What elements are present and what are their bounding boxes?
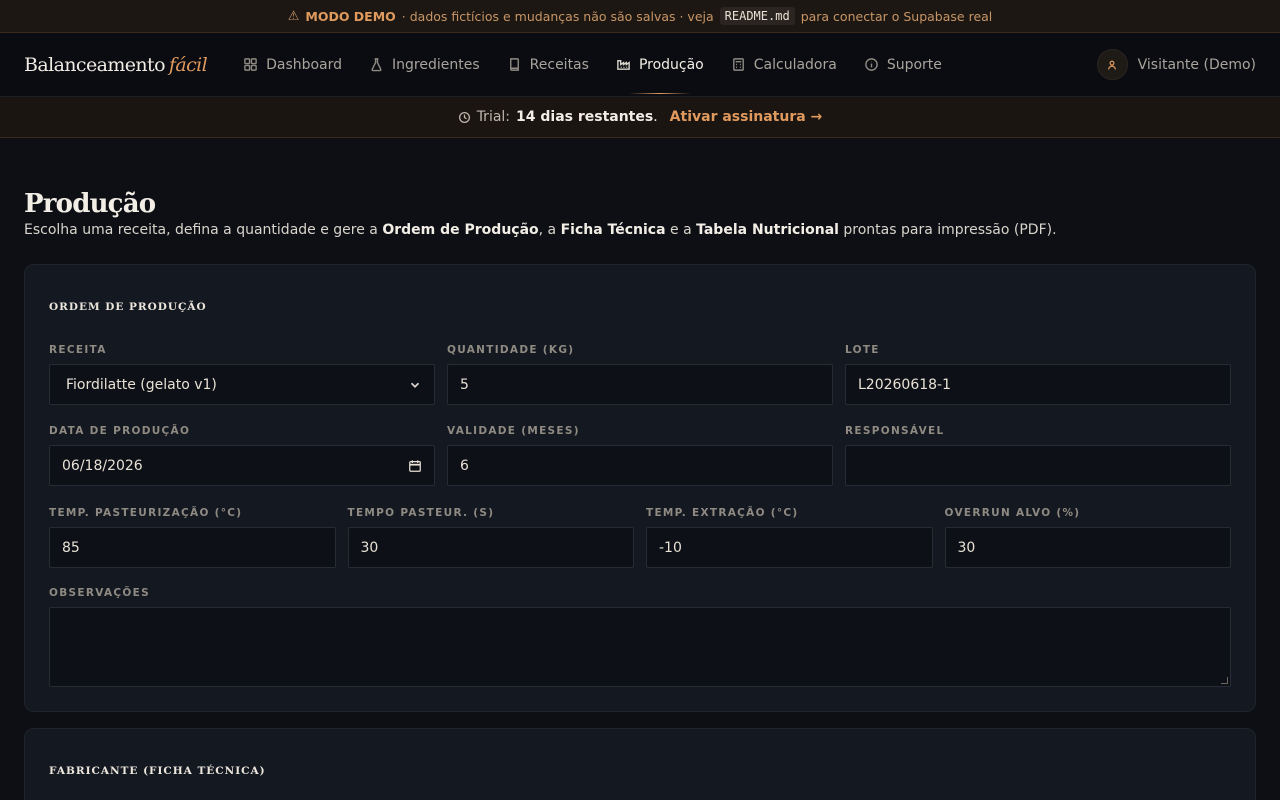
observacoes-textarea[interactable] — [49, 607, 1231, 687]
temp-pasteurizacao-input[interactable]: 85 — [49, 527, 336, 568]
nav-ingredientes[interactable]: Ingredientes — [369, 33, 480, 96]
demo-banner: ⚠ MODO DEMO · dados fictícios e mudanças… — [0, 0, 1280, 33]
brand-logo[interactable]: Balanceamento fácil — [24, 53, 208, 76]
production-order-card: Ordem de produção Receita Fiordilatte (g… — [24, 264, 1256, 712]
overrun-field: Overrun alvo (%) 30 — [944, 507, 1231, 568]
trial-days: 14 dias restantes. — [516, 109, 658, 125]
trial-banner: Trial: 14 dias restantes. Ativar assinat… — [0, 97, 1280, 138]
page-title: Produção — [24, 189, 156, 219]
card-title: Ordem de produção — [49, 301, 207, 313]
tempo-pasteur-field: Tempo pasteur. (s) 30 — [347, 507, 634, 568]
lote-field: Lote L20260618-1 — [845, 344, 1231, 405]
user-menu[interactable]: Visitante (Demo) — [1096, 49, 1256, 80]
warning-icon: ⚠ — [287, 8, 300, 24]
lote-input[interactable]: L20260618-1 — [845, 364, 1231, 405]
trial-prefix: Trial: — [476, 109, 511, 125]
main-content: Produção Escolha uma receita, defina a q… — [0, 138, 1280, 800]
quantidade-field: Quantidade (kg) 5 — [447, 344, 833, 405]
nav-suporte[interactable]: Suporte — [864, 33, 942, 96]
data-producao-field: Data de produção 06/18/2026 — [49, 425, 435, 486]
calendar-icon[interactable] — [408, 459, 422, 473]
calculator-icon — [732, 58, 744, 71]
readme-code: README.md — [719, 7, 795, 25]
temp-extracao-field: Temp. extração (°C) -10 — [646, 507, 933, 568]
receita-field: Receita Fiordilatte (gelato v1) — [49, 344, 435, 405]
quantidade-input[interactable]: 5 — [447, 364, 833, 405]
main-nav: Dashboard Ingredientes Receitas Produção… — [243, 33, 942, 96]
activate-subscription-link[interactable]: Ativar assinatura → — [670, 109, 823, 125]
overrun-input[interactable]: 30 — [944, 527, 1231, 568]
user-icon — [1108, 60, 1117, 70]
user-name: Visitante (Demo) — [1137, 56, 1256, 73]
demo-badge: MODO DEMO — [305, 8, 396, 24]
nav-calculadora[interactable]: Calculadora — [731, 33, 837, 96]
receita-select[interactable]: Fiordilatte (gelato v1) — [49, 364, 435, 405]
brand-accent: fácil — [168, 53, 208, 76]
demo-text: · dados fictícios e mudanças não são sal… — [401, 8, 714, 24]
info-icon — [865, 58, 878, 71]
factory-icon — [617, 60, 630, 70]
responsavel-input[interactable] — [845, 445, 1231, 486]
observacoes-field: Observações — [49, 587, 1231, 687]
avatar — [1096, 49, 1128, 80]
tempo-pasteur-input[interactable]: 30 — [347, 527, 634, 568]
clock-icon — [458, 111, 470, 123]
page-subtitle: Escolha uma receita, defina a quantidade… — [24, 222, 1057, 238]
validade-field: Validade (meses) 6 — [447, 425, 833, 486]
validade-input[interactable]: 6 — [447, 445, 833, 486]
nav-dashboard[interactable]: Dashboard — [243, 33, 342, 96]
top-navbar: Balanceamento fácil Dashboard Ingrediente… — [0, 33, 1280, 97]
temp-pasteurizacao-field: Temp. pasteurização (°C) 85 — [49, 507, 336, 568]
data-producao-input[interactable]: 06/18/2026 — [49, 445, 435, 486]
manufacturer-card: Fabricante (ficha técnica) — [24, 728, 1256, 800]
responsavel-field: Responsável — [845, 425, 1231, 486]
grid-icon — [244, 58, 257, 71]
nav-producao[interactable]: Produção — [616, 33, 704, 96]
card-title: Fabricante (ficha técnica) — [49, 765, 266, 777]
nav-receitas[interactable]: Receitas — [507, 33, 589, 96]
flask-icon — [371, 58, 382, 72]
chevron-down-icon — [410, 382, 420, 388]
demo-text-2: para conectar o Supabase real — [800, 8, 993, 24]
book-icon — [509, 58, 519, 71]
temp-extracao-input[interactable]: -10 — [646, 527, 933, 568]
